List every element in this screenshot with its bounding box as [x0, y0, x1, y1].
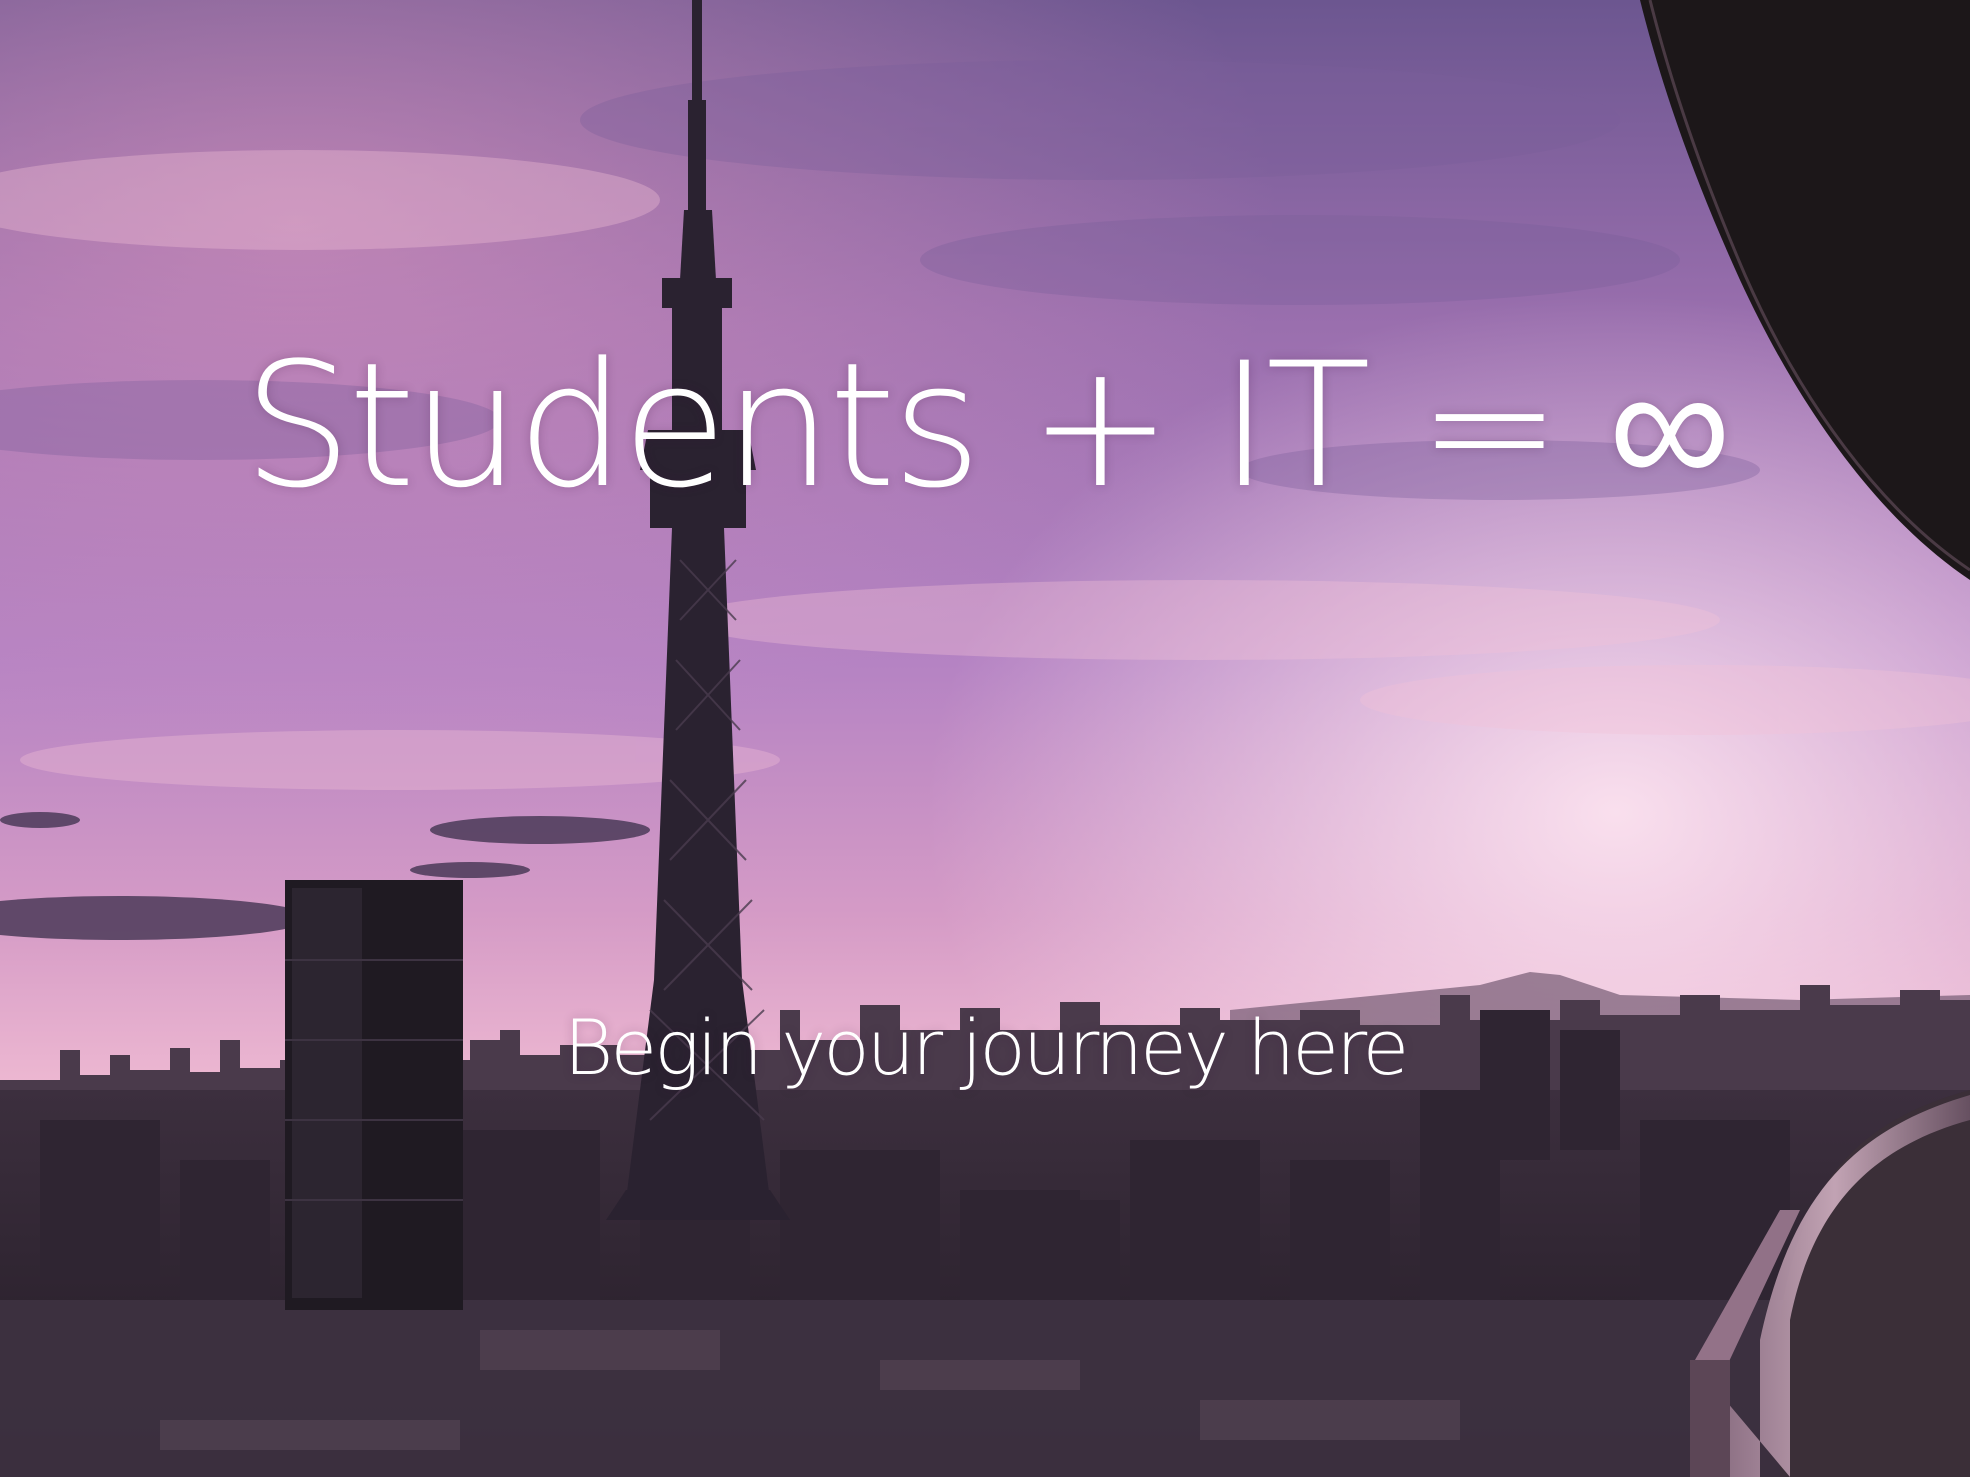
hero-tagline: Begin your journey here — [563, 1003, 1410, 1092]
hero-scene: Students + IT = ∞ Begin your journey her… — [0, 0, 1970, 1477]
hero-headline: Students + IT = ∞ — [242, 325, 1731, 526]
sunset-city-photo — [0, 0, 1970, 1477]
